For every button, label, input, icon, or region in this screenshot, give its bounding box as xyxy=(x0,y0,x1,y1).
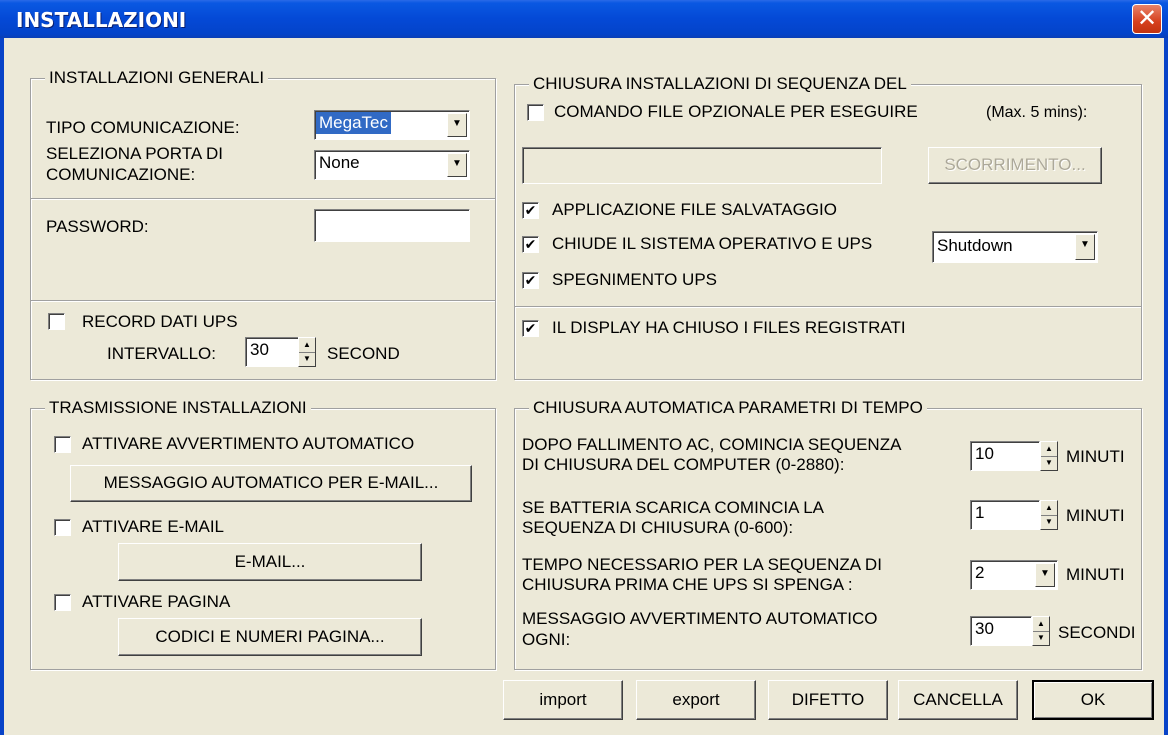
divider xyxy=(31,300,495,302)
save-file-checkbox[interactable]: ✔ xyxy=(522,202,539,219)
ac-fail-value: 10 xyxy=(975,444,994,463)
default-button[interactable]: DIFETTO xyxy=(768,680,888,720)
ac-fail-unit: MINUTI xyxy=(1066,447,1125,466)
cmd-file-checkbox[interactable] xyxy=(527,104,544,121)
divider xyxy=(31,198,495,200)
seq-time-label-line1: TEMPO NECESSARIO PER LA SEQUENZA DI xyxy=(522,555,882,574)
low-batt-input[interactable]: 1 xyxy=(970,500,1040,530)
low-batt-spinner[interactable]: ▲ ▼ xyxy=(1040,500,1058,530)
email-button[interactable]: E-MAIL... xyxy=(118,543,422,581)
record-ups-checkbox[interactable] xyxy=(48,313,65,330)
page-checkbox[interactable] xyxy=(54,594,71,611)
ac-fail-label-line2: DI CHIUSURA DEL COMPUTER (0-2880): xyxy=(522,455,845,474)
page-label: ATTIVARE PAGINA xyxy=(82,592,231,611)
low-batt-label-line2: SEQUENZA DI CHIUSURA (0-600): xyxy=(522,518,794,537)
ac-fail-input[interactable]: 10 xyxy=(970,441,1040,471)
comm-type-label: TIPO COMUNICAZIONE: xyxy=(46,118,240,137)
max-time-note: (Max. 5 mins): xyxy=(986,104,1088,121)
password-label: PASSWORD: xyxy=(46,217,149,236)
port-select[interactable]: None ▼ xyxy=(314,150,470,180)
cancel-button[interactable]: CANCELLA xyxy=(898,680,1018,720)
spin-down-icon[interactable]: ▼ xyxy=(1041,516,1057,528)
interval-label: INTERVALLO: xyxy=(107,344,216,363)
warn-every-label-line2: OGNI: xyxy=(522,630,571,649)
spin-up-icon[interactable]: ▲ xyxy=(299,339,315,351)
ups-off-checkbox[interactable]: ✔ xyxy=(522,272,539,289)
cmd-file-label: COMANDO FILE OPZIONALE PER ESEGUIRE xyxy=(554,102,918,121)
seq-time-label-line2: CHIUSURA PRIMA CHE UPS SI SPENGA : xyxy=(522,575,853,594)
ac-fail-label-line1: DOPO FALLIMENTO AC, COMINCIA SEQUENZA xyxy=(522,435,902,454)
seq-time-value: 2 xyxy=(975,563,985,582)
port-label-line2: COMUNICAZIONE: xyxy=(46,165,196,184)
chevron-down-icon[interactable]: ▼ xyxy=(1075,234,1095,260)
title-bar: INSTALLAZIONI xyxy=(0,0,1168,38)
warn-every-label-line1: MESSAGGIO AVVERTIMENTO AUTOMATICO xyxy=(522,609,878,628)
port-value: None xyxy=(319,153,360,172)
seq-time-select[interactable]: 2 ▼ xyxy=(970,560,1058,590)
ac-fail-spinner[interactable]: ▲ ▼ xyxy=(1040,441,1058,471)
window-title: INSTALLAZIONI xyxy=(16,8,187,32)
auto-time-title: CHIUSURA AUTOMATICA PARAMETRI DI TEMPO xyxy=(529,398,927,418)
transmission-title: TRASMISSIONE INSTALLAZIONI xyxy=(45,398,311,418)
close-os-mode-select[interactable]: Shutdown ▼ xyxy=(932,231,1098,263)
interval-value: 30 xyxy=(250,340,269,359)
spin-up-icon[interactable]: ▲ xyxy=(1033,618,1049,630)
comm-type-select[interactable]: MegaTec ▼ xyxy=(314,110,470,140)
spin-down-icon[interactable]: ▼ xyxy=(1041,457,1057,469)
ok-button[interactable]: OK xyxy=(1032,680,1154,720)
warn-every-unit: SECONDI xyxy=(1058,623,1136,642)
window-frame-left xyxy=(0,38,4,735)
auto-warning-checkbox[interactable] xyxy=(54,436,71,453)
display-closed-checkbox[interactable]: ✔ xyxy=(522,320,539,337)
port-label-line1: SELEZIONA PORTA DI xyxy=(46,144,223,163)
window-frame-right xyxy=(1164,38,1168,735)
record-ups-label: RECORD DATI UPS xyxy=(82,312,238,331)
comm-type-value: MegaTec xyxy=(316,112,391,134)
spin-up-icon[interactable]: ▲ xyxy=(1041,443,1057,455)
cmd-file-path-input[interactable] xyxy=(522,147,882,184)
warn-every-spinner[interactable]: ▲ ▼ xyxy=(1032,616,1050,646)
low-batt-value: 1 xyxy=(975,503,985,522)
browse-button[interactable]: SCORRIMENTO... xyxy=(928,147,1102,184)
chevron-down-icon[interactable]: ▼ xyxy=(1035,563,1055,587)
close-os-mode-value: Shutdown xyxy=(937,236,1013,255)
interval-input[interactable]: 30 xyxy=(245,337,299,367)
divider xyxy=(515,306,1141,308)
password-input[interactable] xyxy=(314,209,470,242)
save-file-label: APPLICAZIONE FILE SALVATAGGIO xyxy=(552,200,837,219)
low-batt-unit: MINUTI xyxy=(1066,506,1125,525)
chevron-down-icon[interactable]: ▼ xyxy=(447,153,467,177)
shutdown-sequence-title: CHIUSURA INSTALLAZIONI DI SEQUENZA DEL xyxy=(529,74,911,94)
interval-unit: SECOND xyxy=(327,344,400,363)
general-settings-title: INSTALLAZIONI GENERALI xyxy=(45,68,269,88)
export-button[interactable]: export xyxy=(636,680,756,720)
warn-every-value: 30 xyxy=(975,619,994,638)
spin-up-icon[interactable]: ▲ xyxy=(1041,502,1057,514)
spin-down-icon[interactable]: ▼ xyxy=(1033,632,1049,644)
auto-email-button[interactable]: MESSAGGIO AUTOMATICO PER E-MAIL... xyxy=(70,465,472,502)
warn-every-input[interactable]: 30 xyxy=(970,616,1032,646)
email-checkbox[interactable] xyxy=(54,519,71,536)
close-icon[interactable]: ✕ xyxy=(1132,4,1162,34)
page-codes-button[interactable]: CODICI E NUMERI PAGINA... xyxy=(118,618,422,656)
interval-spinner[interactable]: ▲ ▼ xyxy=(298,337,316,367)
display-closed-label: IL DISPLAY HA CHIUSO I FILES REGISTRATI xyxy=(552,318,906,337)
low-batt-label-line1: SE BATTERIA SCARICA COMINCIA LA xyxy=(522,498,824,517)
ups-off-label: SPEGNIMENTO UPS xyxy=(552,270,717,289)
spin-down-icon[interactable]: ▼ xyxy=(299,353,315,365)
seq-time-unit: MINUTI xyxy=(1066,565,1125,584)
chevron-down-icon[interactable]: ▼ xyxy=(447,113,467,137)
import-button[interactable]: import xyxy=(503,680,623,720)
close-os-label: CHIUDE IL SISTEMA OPERATIVO E UPS xyxy=(552,234,873,253)
close-os-checkbox[interactable]: ✔ xyxy=(522,236,539,253)
auto-warning-label: ATTIVARE AVVERTIMENTO AUTOMATICO xyxy=(82,434,415,453)
email-label: ATTIVARE E-MAIL xyxy=(82,517,225,536)
